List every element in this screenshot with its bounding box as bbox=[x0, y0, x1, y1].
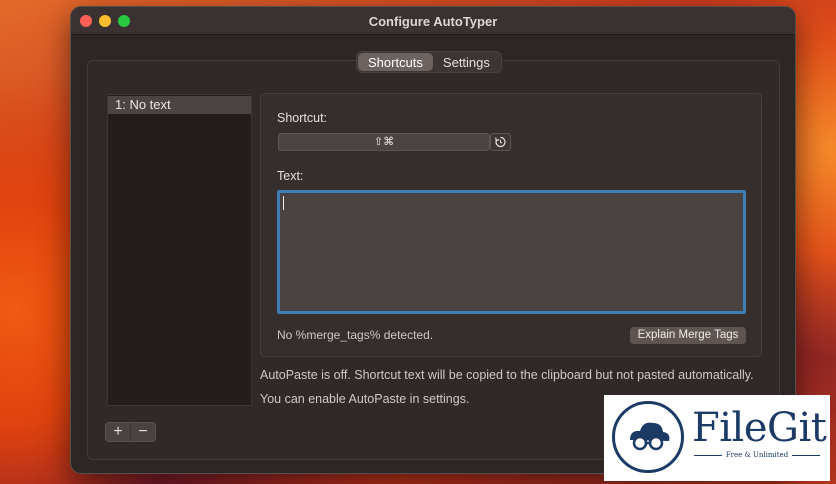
list-add-remove-control: + − bbox=[105, 422, 156, 442]
tab-settings[interactable]: Settings bbox=[433, 53, 500, 71]
shortcut-list-item[interactable]: 1: No text bbox=[108, 96, 251, 114]
add-shortcut-button[interactable]: + bbox=[106, 423, 130, 441]
text-caret bbox=[283, 196, 284, 210]
filegit-logo-icon bbox=[612, 401, 684, 473]
remove-shortcut-button[interactable]: − bbox=[130, 423, 155, 441]
reset-icon bbox=[495, 136, 506, 148]
tab-shortcuts[interactable]: Shortcuts bbox=[358, 53, 433, 71]
explain-merge-tags-button[interactable]: Explain Merge Tags bbox=[630, 327, 746, 344]
shortcut-text-input[interactable] bbox=[277, 190, 746, 314]
merge-tags-status: No %merge_tags% detected. bbox=[277, 328, 434, 342]
shortcut-recorder-field[interactable]: ⇧⌘ bbox=[278, 133, 490, 151]
shortcut-detail-panel: Shortcut: ⇧⌘ Text: No %merge_tags% detec… bbox=[260, 93, 762, 357]
watermark-brand-name: FileGit bbox=[692, 405, 827, 451]
filegit-watermark: FileGit Free & Unlimited bbox=[604, 395, 830, 481]
window-title: Configure AutoTyper bbox=[368, 14, 498, 29]
tab-bar: Shortcuts Settings bbox=[356, 51, 502, 73]
reset-shortcut-button[interactable] bbox=[490, 133, 511, 151]
watermark-tagline: Free & Unlimited bbox=[694, 451, 820, 459]
title-bar[interactable]: Configure AutoTyper bbox=[71, 7, 795, 35]
text-label: Text: bbox=[277, 169, 304, 183]
autopaste-hint-text: You can enable AutoPaste in settings. bbox=[260, 392, 470, 406]
shortcut-list: 1: No text bbox=[107, 94, 252, 406]
autopaste-info-text: AutoPaste is off. Shortcut text will be … bbox=[260, 368, 754, 382]
shortcut-label: Shortcut: bbox=[277, 111, 328, 125]
